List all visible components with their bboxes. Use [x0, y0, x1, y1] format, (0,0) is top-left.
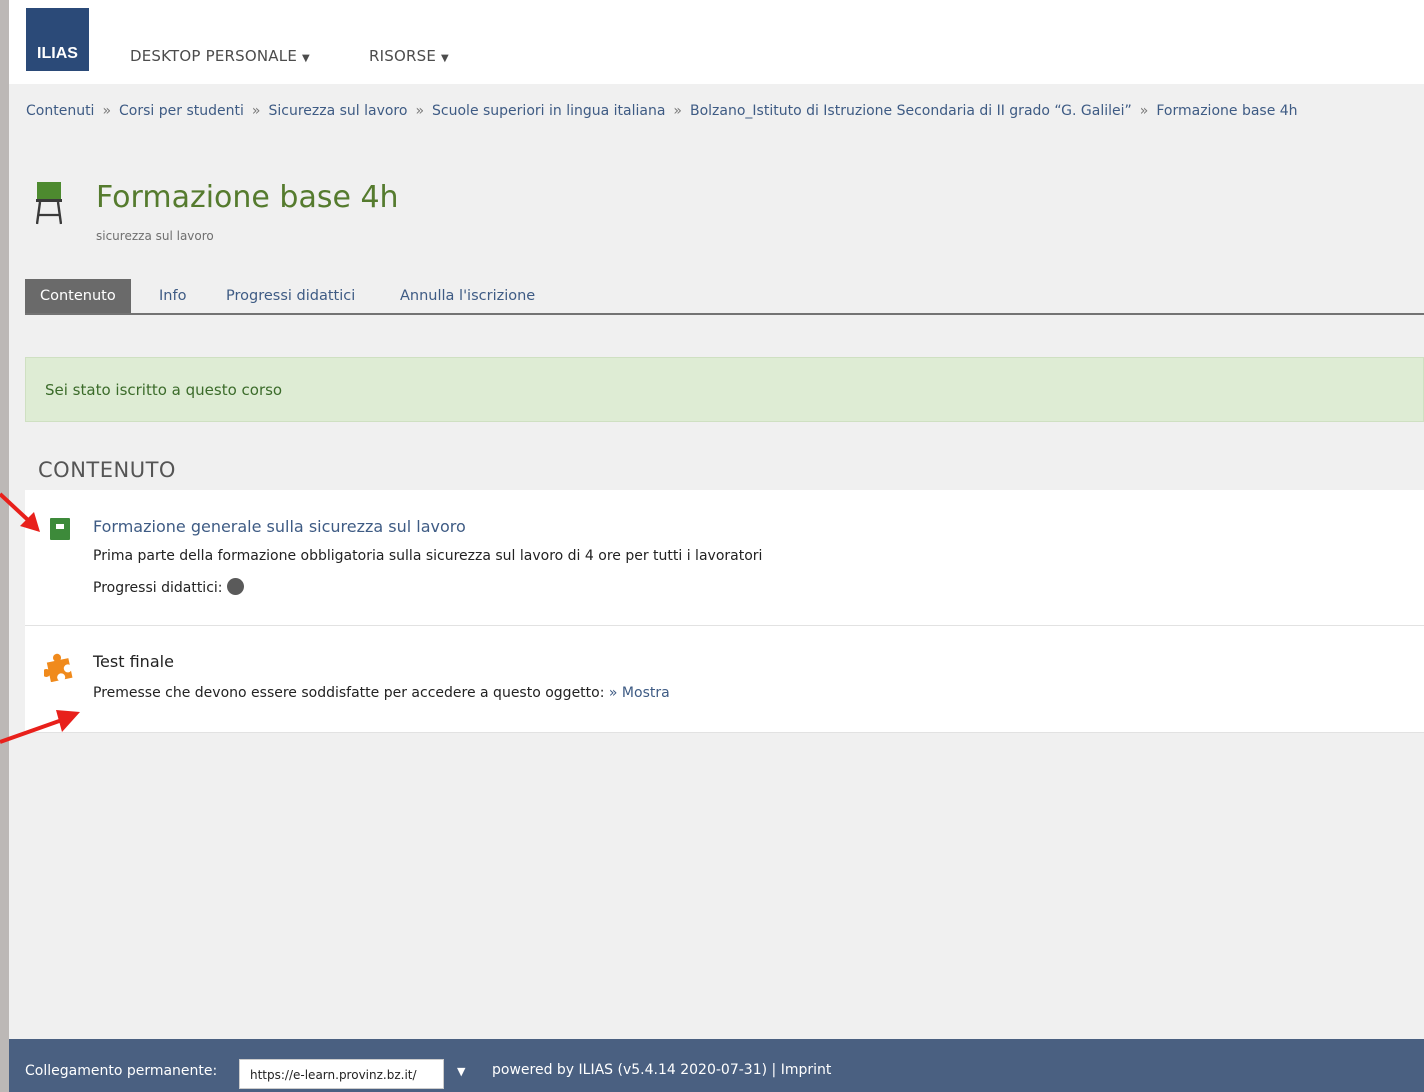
top-navigation-bar: ILIAS DESKTOP PERSONALE ▼ RISORSE ▼: [9, 0, 1424, 84]
breadcrumb-item-istituto[interactable]: Bolzano_Istituto di Istruzione Secondari…: [690, 103, 1132, 119]
breadcrumb-item-corsi[interactable]: Corsi per studenti: [119, 103, 244, 119]
breadcrumb: Contenuti » Corsi per studenti » Sicurezza s…: [26, 103, 1298, 119]
left-border-strip: [0, 0, 9, 1092]
breadcrumb-separator: »: [102, 103, 112, 119]
breadcrumb-separator: »: [1139, 103, 1149, 119]
progress-status-icon: [226, 578, 244, 595]
item-progress: Progressi didattici:: [93, 578, 244, 596]
breadcrumb-item-scuole[interactable]: Scuole superiori in lingua italiana: [432, 103, 665, 119]
imprint-link[interactable]: Imprint: [781, 1062, 832, 1078]
tab-bar: Contenuto Info Progressi didattici Annul…: [25, 279, 1424, 315]
prereq-label: Premesse che devono essere soddisfatte p…: [93, 685, 605, 701]
breadcrumb-separator: »: [251, 103, 261, 119]
item-title: Test finale: [93, 652, 174, 671]
nav-risorse[interactable]: RISORSE ▼: [369, 47, 449, 65]
learning-module-icon: [50, 518, 70, 540]
footer: Collegamento permanente: https://e-learn…: [9, 1039, 1424, 1092]
caret-down-icon: ▼: [302, 53, 310, 64]
tab-info[interactable]: Info: [159, 279, 186, 313]
annotation-arrow-icon: [0, 492, 40, 532]
breadcrumb-separator: »: [673, 103, 682, 119]
annotation-arrow-icon: [0, 710, 80, 744]
breadcrumb-item-sicurezza[interactable]: Sicurezza sul lavoro: [268, 103, 407, 119]
tab-annulla-iscrizione[interactable]: Annulla l'iscrizione: [400, 279, 535, 313]
breadcrumb-item-contenuti[interactable]: Contenuti: [26, 103, 94, 119]
caret-down-icon[interactable]: ▼: [457, 1065, 465, 1078]
caret-down-icon: ▼: [441, 53, 449, 64]
item-description: Prima parte della formazione obbligatori…: [93, 548, 763, 564]
section-title: CONTENUTO: [38, 458, 176, 482]
tab-progressi-didattici[interactable]: Progressi didattici: [226, 279, 355, 313]
nav-label: DESKTOP PERSONALE: [130, 47, 297, 65]
course-icon: [36, 182, 62, 225]
ilias-logo[interactable]: ILIAS: [26, 8, 89, 71]
item-title-link[interactable]: Formazione generale sulla sicurezza sul …: [93, 517, 466, 536]
powered-text: powered by ILIAS (v5.4.14 2020-07-31) |: [492, 1062, 777, 1078]
tab-contenuto[interactable]: Contenuto: [25, 279, 131, 313]
mostra-link[interactable]: » Mostra: [609, 685, 670, 701]
content-list: Formazione generale sulla sicurezza sul …: [25, 490, 1424, 733]
permalink-label: Collegamento permanente:: [25, 1063, 218, 1079]
list-item: Formazione generale sulla sicurezza sul …: [25, 490, 1424, 626]
success-notice: Sei stato iscritto a questo corso: [25, 357, 1424, 422]
item-prerequisites: Premesse che devono essere soddisfatte p…: [93, 685, 670, 701]
list-item: Test finale Premesse che devono essere s…: [25, 626, 1424, 733]
permalink-input[interactable]: https://e-learn.provinz.bz.it/: [239, 1059, 444, 1089]
breadcrumb-item-current[interactable]: Formazione base 4h: [1156, 103, 1297, 119]
nav-label: RISORSE: [369, 47, 436, 65]
breadcrumb-separator: »: [415, 103, 425, 119]
logo-text: ILIAS: [37, 45, 78, 62]
test-puzzle-icon: [44, 653, 73, 682]
nav-desktop-personale[interactable]: DESKTOP PERSONALE ▼: [130, 47, 310, 65]
page-description: sicurezza sul lavoro: [96, 229, 214, 243]
page-title: Formazione base 4h: [96, 180, 399, 215]
progress-label: Progressi didattici:: [93, 580, 223, 596]
powered-by: powered by ILIAS (v5.4.14 2020-07-31) | …: [492, 1062, 831, 1078]
